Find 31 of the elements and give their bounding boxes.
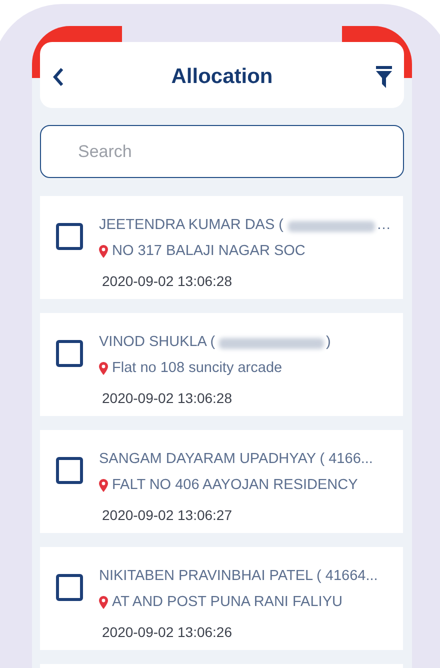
list-card[interactable]: JEETENDRA KUMAR DAS ( … NO 317 BALAJI NAGAR SOC 2020-09-02 13:06:28 — [40, 196, 403, 299]
back-chevron-icon — [52, 66, 64, 86]
address: NO 317 BALAJI NAGAR SOC — [112, 242, 306, 261]
search-field[interactable]: Search — [40, 125, 404, 178]
location-pin-icon — [99, 362, 108, 376]
customer-name: VINOD SHUKLA ( — [99, 333, 216, 352]
address: AT AND POST PUNA RANI FALIYU — [112, 593, 342, 612]
customer-name: JEETENDRA KUMAR DAS ( — [99, 216, 284, 236]
checkbox[interactable] — [56, 223, 83, 250]
list-card[interactable]: SANGAM DAYARAM UPADHYAY ( 4166... FALT NO 406 AAYOJAN RESIDENCY 2020-09-02 13:06:27 — [40, 430, 403, 533]
checkbox[interactable] — [56, 340, 83, 367]
checkbox[interactable] — [56, 457, 83, 484]
list-card[interactable]: NIKITABEN PRAVINBHAI PATEL ( 41664... AT AND POST PUNA RANI FALIYU 2020-09-02 13:06:26 — [40, 547, 403, 650]
address: Flat no 108 suncity arcade — [112, 359, 282, 378]
timestamp: 2020-09-02 13:06:26 — [102, 622, 233, 642]
header-bar[interactable]: Allocation — [40, 42, 404, 108]
location-pin-icon — [99, 479, 108, 492]
page-title: Allocation — [171, 64, 273, 90]
title-end: … — [376, 216, 391, 236]
list-card[interactable]: VINOD SHUKLA ( ) Flat no 108 suncity arcade 2020-09-02 13:06:28 — [40, 313, 403, 416]
customer-name: NIKITABEN PRAVINBHAI PATEL ( 41664... — [99, 567, 378, 586]
timestamp: 2020-09-02 13:06:27 — [102, 506, 233, 525]
customer-name: SANGAM DAYARAM UPADHYAY ( 4166... — [99, 450, 373, 470]
location-pin-icon — [99, 245, 108, 258]
timestamp: 2020-09-02 13:06:28 — [102, 272, 233, 291]
timestamp: 2020-09-02 13:06:28 — [102, 388, 233, 408]
location-pin-icon — [99, 596, 108, 610]
title-end: ) — [326, 333, 331, 352]
address: FALT NO 406 AAYOJAN RESIDENCY — [112, 476, 358, 495]
checkbox[interactable] — [56, 574, 83, 601]
filter-icon — [376, 66, 392, 88]
